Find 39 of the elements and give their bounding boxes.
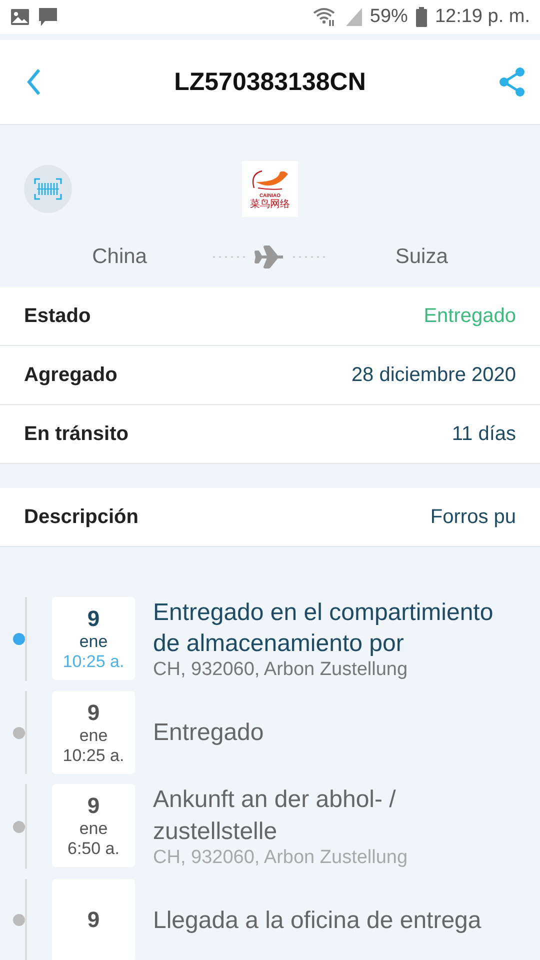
clock: 12:19 p. m.: [434, 6, 530, 28]
event-title: Entregado en el compartimiento de almacenamiento por: [153, 598, 494, 660]
tracking-number: LZ570383138CN: [174, 68, 366, 96]
battery-icon: [416, 7, 427, 27]
event-day: 9: [87, 792, 100, 819]
description-label: Descripción: [24, 506, 138, 528]
event-month: ene: [79, 726, 108, 746]
share-icon: [498, 67, 526, 97]
event-day: 9: [87, 700, 100, 726]
back-button[interactable]: [26, 68, 42, 96]
back-icon: [26, 68, 42, 96]
detail-value: 11 días: [452, 422, 516, 446]
event-month: ene: [79, 632, 108, 652]
event-time: 10:25 a.: [62, 746, 124, 766]
barcode-icon: [34, 178, 62, 200]
signal-icon: [346, 8, 362, 26]
event-time: 6:50 a.: [68, 838, 120, 859]
detail-label: Agregado: [24, 364, 118, 386]
event-title: Ankunft an der abhol- / zustellstelle: [153, 785, 397, 847]
event-day: 9: [87, 907, 100, 934]
battery-percent: 59%: [370, 6, 408, 28]
event-time: 10:25 a.: [62, 652, 124, 672]
detail-value: 28 diciembre 2020: [351, 364, 516, 386]
detail-label: Estado: [24, 304, 91, 328]
event-location: CH, 932060, Arbon Zustellung: [153, 846, 409, 869]
event-title: Llegada a la oficina de entrega: [153, 906, 482, 936]
message-icon: [38, 7, 58, 27]
barcode-scan-button[interactable]: [24, 165, 72, 213]
event-title: Entregado: [153, 718, 265, 748]
destination-country: Suiza: [395, 245, 448, 269]
image-icon: [10, 8, 30, 26]
share-button[interactable]: [498, 67, 526, 97]
detail-value: Entregado: [424, 304, 516, 328]
detail-label: En tránsito: [24, 422, 128, 446]
event-day: 9: [87, 606, 100, 632]
event-month: ene: [79, 818, 108, 839]
event-location: CH, 932060, Arbon Zustellung: [153, 659, 409, 682]
description-value: Forros pu: [430, 506, 516, 528]
origin-country: China: [92, 245, 147, 269]
